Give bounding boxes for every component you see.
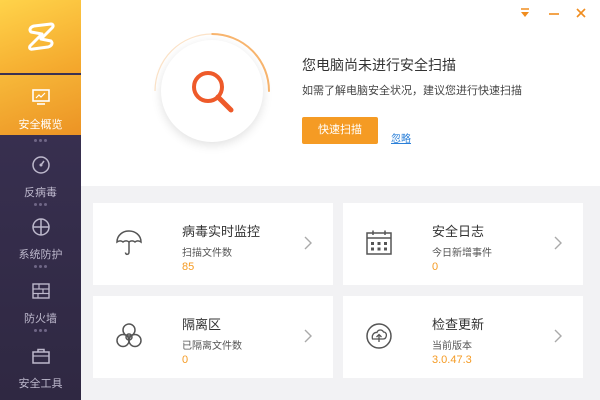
umbrella-icon [116, 230, 142, 256]
toolbox-icon [32, 348, 50, 364]
close-icon[interactable] [574, 6, 588, 20]
status-title: 您电脑尚未进行安全扫描 [302, 57, 456, 73]
logo-area [0, 0, 81, 73]
scan-status-panel: 您电脑尚未进行安全扫描 如需了解电脑安全状况，建议您进行快速扫描 快速扫描 忽略 [81, 0, 600, 186]
sidebar-item-label: 安全概览 [18, 119, 63, 131]
card-realtime-monitor[interactable]: 病毒实时监控 扫描文件数 85 [93, 203, 333, 285]
sidebar: 安全概览 反病毒 系统防护 防火墙 安全工具 [0, 0, 81, 400]
card-value: 0 [432, 261, 439, 273]
scan-indicator [161, 40, 263, 142]
status-description: 如需了解电脑安全状况，建议您进行快速扫描 [302, 85, 522, 97]
chevron-right-icon [554, 329, 562, 343]
sidebar-item-firewall[interactable]: 防火墙 [0, 269, 81, 329]
sidebar-item-system-protection[interactable]: 系统防护 [0, 205, 81, 265]
card-subtitle: 扫描文件数 [182, 248, 232, 259]
card-check-update[interactable]: 检查更新 当前版本 3.0.47.3 [343, 296, 583, 378]
monitor-icon [32, 89, 50, 105]
sidebar-item-label: 系统防护 [18, 249, 63, 261]
card-value: 85 [182, 261, 195, 273]
update-icon [366, 323, 392, 349]
sidebar-item-security-tools[interactable]: 安全工具 [0, 334, 81, 394]
sidebar-item-label: 安全工具 [18, 378, 63, 390]
chevron-right-icon [304, 329, 312, 343]
dropdown-triangle-icon[interactable] [518, 6, 532, 20]
card-title: 安全日志 [432, 224, 485, 239]
app-logo-icon [28, 22, 55, 51]
card-subtitle: 当前版本 [432, 341, 472, 352]
card-subtitle: 今日新增事件 [432, 248, 492, 259]
sidebar-item-antivirus[interactable]: 反病毒 [0, 143, 81, 203]
magnifier-icon [192, 71, 234, 113]
crosshair-icon [32, 218, 50, 236]
card-title: 检查更新 [432, 317, 485, 332]
gauge-icon [32, 156, 50, 174]
quick-scan-button[interactable]: 快速扫描 [302, 117, 378, 144]
biohazard-icon [116, 323, 142, 348]
ignore-link[interactable]: 忽略 [391, 130, 411, 145]
chevron-right-icon [304, 236, 312, 250]
separator-dots [34, 329, 48, 333]
card-value: 3.0.47.3 [432, 354, 472, 366]
card-subtitle: 已隔离文件数 [182, 341, 242, 352]
card-value: 0 [182, 354, 189, 366]
firewall-icon [32, 283, 50, 299]
calendar-icon [366, 230, 392, 255]
card-title: 病毒实时监控 [182, 224, 261, 239]
sidebar-item-label: 防火墙 [24, 313, 57, 325]
card-title: 隔离区 [182, 317, 222, 332]
card-quarantine[interactable]: 隔离区 已隔离文件数 0 [93, 296, 333, 378]
card-security-log[interactable]: 安全日志 今日新增事件 0 [343, 203, 583, 285]
minimize-icon[interactable] [547, 6, 561, 20]
sidebar-item-overview[interactable]: 安全概览 [0, 75, 81, 135]
chevron-right-icon [554, 236, 562, 250]
sidebar-item-label: 反病毒 [24, 187, 57, 199]
